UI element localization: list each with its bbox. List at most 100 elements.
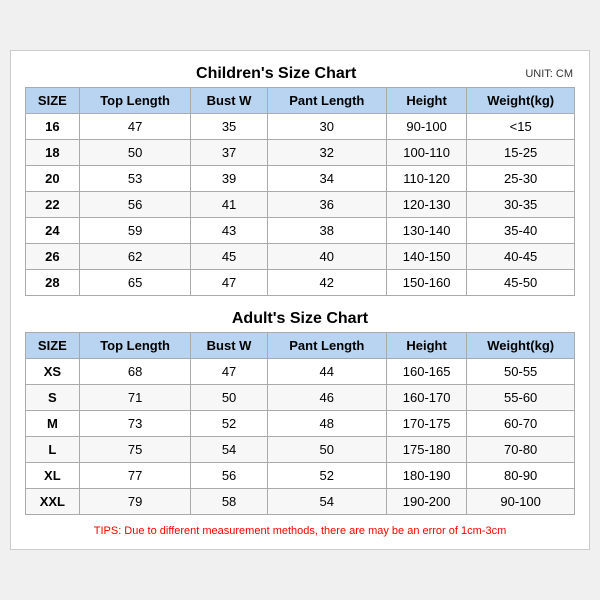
table-cell: 90-100 — [386, 114, 466, 140]
table-cell: 47 — [191, 359, 267, 385]
table-row: XL775652180-19080-90 — [26, 463, 575, 489]
table-cell: 52 — [191, 411, 267, 437]
children-title-row: Children's Size Chart UNIT: CM — [25, 61, 575, 87]
children-col-weight: Weight(kg) — [467, 88, 575, 114]
table-cell: 65 — [79, 270, 191, 296]
table-cell: 160-165 — [386, 359, 466, 385]
table-cell: 36 — [267, 192, 386, 218]
table-cell: 50 — [191, 385, 267, 411]
table-cell: 41 — [191, 192, 267, 218]
table-cell: 175-180 — [386, 437, 466, 463]
table-row: 26624540140-15040-45 — [26, 244, 575, 270]
table-cell: 32 — [267, 140, 386, 166]
table-cell: 60-70 — [467, 411, 575, 437]
table-cell: 50 — [79, 140, 191, 166]
table-cell: 56 — [191, 463, 267, 489]
table-cell: S — [26, 385, 80, 411]
table-cell: 77 — [79, 463, 191, 489]
unit-label: UNIT: CM — [525, 68, 573, 80]
table-cell: 170-175 — [386, 411, 466, 437]
table-cell: 52 — [267, 463, 386, 489]
table-cell: 54 — [267, 489, 386, 515]
table-cell: 47 — [191, 270, 267, 296]
table-row: 24594338130-14035-40 — [26, 218, 575, 244]
children-col-size: SIZE — [26, 88, 80, 114]
table-row: 28654742150-16045-50 — [26, 270, 575, 296]
adults-col-pant-length: Pant Length — [267, 333, 386, 359]
table-cell: XL — [26, 463, 80, 489]
table-cell: XS — [26, 359, 80, 385]
table-cell: 25-30 — [467, 166, 575, 192]
table-row: M735248170-17560-70 — [26, 411, 575, 437]
table-cell: XXL — [26, 489, 80, 515]
adults-col-top-length: Top Length — [79, 333, 191, 359]
table-cell: 30-35 — [467, 192, 575, 218]
table-cell: 70-80 — [467, 437, 575, 463]
table-cell: 20 — [26, 166, 80, 192]
table-cell: 16 — [26, 114, 80, 140]
table-cell: <15 — [467, 114, 575, 140]
children-table: SIZE Top Length Bust W Pant Length Heigh… — [25, 87, 575, 296]
table-cell: 48 — [267, 411, 386, 437]
table-cell: 15-25 — [467, 140, 575, 166]
table-row: L755450175-18070-80 — [26, 437, 575, 463]
table-cell: 100-110 — [386, 140, 466, 166]
table-cell: 140-150 — [386, 244, 466, 270]
table-cell: 47 — [79, 114, 191, 140]
table-cell: 22 — [26, 192, 80, 218]
table-cell: L — [26, 437, 80, 463]
table-cell: 80-90 — [467, 463, 575, 489]
table-cell: 54 — [191, 437, 267, 463]
adults-col-bust-w: Bust W — [191, 333, 267, 359]
adults-header-row: SIZE Top Length Bust W Pant Length Heigh… — [26, 333, 575, 359]
adults-tbody: XS684744160-16550-55S715046160-17055-60M… — [26, 359, 575, 515]
tips-text: TIPS: Due to different measurement metho… — [25, 523, 575, 539]
table-cell: 42 — [267, 270, 386, 296]
adults-col-height: Height — [386, 333, 466, 359]
table-cell: 50 — [267, 437, 386, 463]
table-cell: 39 — [191, 166, 267, 192]
table-cell: 24 — [26, 218, 80, 244]
table-cell: 50-55 — [467, 359, 575, 385]
table-cell: 160-170 — [386, 385, 466, 411]
table-cell: 120-130 — [386, 192, 466, 218]
chart-container: Children's Size Chart UNIT: CM SIZE Top … — [10, 50, 590, 550]
table-cell: 45-50 — [467, 270, 575, 296]
table-cell: 62 — [79, 244, 191, 270]
children-header-row: SIZE Top Length Bust W Pant Length Heigh… — [26, 88, 575, 114]
table-cell: 73 — [79, 411, 191, 437]
table-cell: 40 — [267, 244, 386, 270]
table-row: 20533934110-12025-30 — [26, 166, 575, 192]
adults-col-size: SIZE — [26, 333, 80, 359]
children-tbody: 1647353090-100<1518503732100-11015-25205… — [26, 114, 575, 296]
table-row: XXL795854190-20090-100 — [26, 489, 575, 515]
table-cell: 30 — [267, 114, 386, 140]
table-cell: 35-40 — [467, 218, 575, 244]
table-cell: 55-60 — [467, 385, 575, 411]
adults-title-row: Adult's Size Chart — [25, 306, 575, 332]
table-cell: 56 — [79, 192, 191, 218]
table-cell: 46 — [267, 385, 386, 411]
table-cell: 28 — [26, 270, 80, 296]
table-cell: 79 — [79, 489, 191, 515]
table-cell: 190-200 — [386, 489, 466, 515]
table-cell: 44 — [267, 359, 386, 385]
table-cell: 110-120 — [386, 166, 466, 192]
table-cell: 75 — [79, 437, 191, 463]
table-cell: 34 — [267, 166, 386, 192]
children-col-top-length: Top Length — [79, 88, 191, 114]
table-cell: M — [26, 411, 80, 437]
table-cell: 18 — [26, 140, 80, 166]
children-col-pant-length: Pant Length — [267, 88, 386, 114]
table-cell: 71 — [79, 385, 191, 411]
adults-table: SIZE Top Length Bust W Pant Length Heigh… — [25, 332, 575, 515]
table-cell: 180-190 — [386, 463, 466, 489]
table-cell: 35 — [191, 114, 267, 140]
table-cell: 37 — [191, 140, 267, 166]
children-col-height: Height — [386, 88, 466, 114]
table-cell: 130-140 — [386, 218, 466, 244]
children-col-bust-w: Bust W — [191, 88, 267, 114]
table-row: 1647353090-100<15 — [26, 114, 575, 140]
children-title: Children's Size Chart — [27, 65, 525, 83]
table-cell: 90-100 — [467, 489, 575, 515]
